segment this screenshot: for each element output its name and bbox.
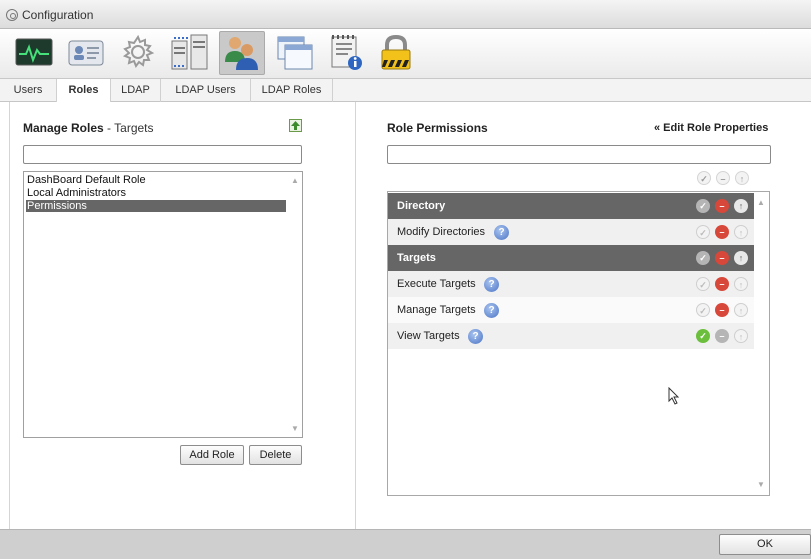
permission-row: Modify Directories ? ✓ – ↑ <box>388 219 754 245</box>
permission-toggle-group: ✓ – ↑ <box>696 225 750 240</box>
permission-label: View Targets <box>397 330 460 342</box>
server-icon[interactable] <box>170 33 208 71</box>
permission-label: Execute Targets <box>397 278 476 290</box>
deny-icon[interactable]: – <box>715 303 729 317</box>
role-permissions-title: Role Permissions <box>387 121 488 135</box>
column-toggle-group: ✓ – ↑ <box>697 171 751 186</box>
allow-icon[interactable]: ✓ <box>696 251 710 265</box>
inherit-all-icon[interactable]: ↑ <box>735 171 749 185</box>
add-role-button[interactable]: Add Role <box>180 445 244 465</box>
deny-all-icon[interactable]: – <box>716 171 730 185</box>
deny-icon[interactable]: – <box>715 199 729 213</box>
window-title: Configuration <box>22 8 94 22</box>
allow-icon[interactable]: ✓ <box>696 277 710 291</box>
permission-label: Modify Directories <box>397 226 486 238</box>
windows-icon[interactable] <box>275 33 313 71</box>
inherit-icon[interactable]: ↑ <box>734 199 748 213</box>
permission-toggle-group: ✓ – ↑ <box>696 303 750 318</box>
inherit-icon[interactable]: ↑ <box>734 277 748 291</box>
panel-divider <box>355 102 356 529</box>
tab-ldap[interactable]: LDAP <box>111 79 161 102</box>
tab-users[interactable]: Users <box>0 79 57 102</box>
permission-toggle-group: ✓ – ↑ <box>696 329 750 344</box>
permission-row: Manage Targets ? ✓ – ↑ <box>388 297 754 323</box>
inherit-icon[interactable]: ↑ <box>734 303 748 317</box>
scroll-down-icon[interactable]: ▼ <box>755 480 767 489</box>
allow-icon[interactable]: ✓ <box>696 225 710 239</box>
manage-roles-subtitle: - Targets <box>107 121 154 135</box>
help-icon[interactable]: ? <box>484 277 499 292</box>
roles-search-input[interactable] <box>23 145 302 164</box>
permission-row: View Targets ? ✓ – ↑ <box>388 323 754 349</box>
group-toggle-group: ✓ – ↑ <box>696 199 750 214</box>
permission-label: Manage Targets <box>397 304 476 316</box>
ok-button[interactable]: OK <box>719 534 811 555</box>
scroll-up-icon[interactable]: ▲ <box>289 176 301 185</box>
manage-roles-heading: Manage Roles - Targets <box>23 121 154 135</box>
mouse-cursor-icon <box>668 386 680 408</box>
edit-role-properties-link[interactable]: « Edit Role Properties <box>654 122 768 134</box>
roles-list[interactable]: DashBoard Default Role Local Administrat… <box>23 171 303 438</box>
scroll-up-icon[interactable]: ▲ <box>755 198 767 207</box>
permissions-panel: Directory ✓ – ↑ Modify Directories ? ✓ –… <box>387 191 770 496</box>
tab-bar: Users Roles LDAP LDAP Users LDAP Roles <box>0 79 811 102</box>
tab-ldap-users[interactable]: LDAP Users <box>161 79 251 102</box>
users-icon[interactable] <box>219 31 265 75</box>
delete-role-button[interactable]: Delete <box>249 445 302 465</box>
user-card-icon[interactable] <box>66 33 104 71</box>
inherit-icon[interactable]: ↑ <box>734 225 748 239</box>
lock-icon[interactable] <box>376 33 414 71</box>
help-icon[interactable]: ? <box>468 329 483 344</box>
group-toggle-group: ✓ – ↑ <box>696 251 750 266</box>
permission-group-label: Directory <box>397 200 446 212</box>
help-icon[interactable]: ? <box>484 303 499 318</box>
manage-roles-title: Manage Roles <box>23 121 104 135</box>
list-item-role[interactable]: DashBoard Default Role <box>26 174 286 186</box>
help-icon[interactable]: ? <box>494 225 509 240</box>
permissions-search-input[interactable] <box>387 145 771 164</box>
permission-toggle-group: ✓ – ↑ <box>696 277 750 292</box>
dialog-footer <box>0 529 811 559</box>
permission-group-label: Targets <box>397 252 436 264</box>
permission-group-header: Directory ✓ – ↑ <box>388 193 754 219</box>
gear-icon[interactable] <box>119 33 157 71</box>
deny-icon[interactable]: – <box>715 225 729 239</box>
toolbar <box>0 29 811 79</box>
deny-icon[interactable]: – <box>715 277 729 291</box>
inherit-icon[interactable]: ↑ <box>734 251 748 265</box>
gear-icon <box>6 9 18 21</box>
deny-icon[interactable]: – <box>715 329 729 343</box>
list-item-role-selected[interactable]: Permissions <box>26 200 286 212</box>
permission-row: Execute Targets ? ✓ – ↑ <box>388 271 754 297</box>
scroll-down-icon[interactable]: ▼ <box>289 424 301 433</box>
window-titlebar: Configuration <box>0 0 811 29</box>
allow-icon[interactable]: ✓ <box>696 199 710 213</box>
inherit-icon[interactable]: ↑ <box>734 329 748 343</box>
document-info-icon[interactable] <box>326 33 364 71</box>
monitor-icon[interactable] <box>15 33 53 71</box>
deny-icon[interactable]: – <box>715 251 729 265</box>
allow-all-icon[interactable]: ✓ <box>697 171 711 185</box>
permission-group-header: Targets ✓ – ↑ <box>388 245 754 271</box>
allow-icon[interactable]: ✓ <box>696 303 710 317</box>
list-item-role[interactable]: Local Administrators <box>26 187 286 199</box>
allow-icon[interactable]: ✓ <box>696 329 710 343</box>
export-icon[interactable] <box>289 119 302 132</box>
tab-ldap-roles[interactable]: LDAP Roles <box>251 79 333 102</box>
tab-roles[interactable]: Roles <box>57 79 111 102</box>
